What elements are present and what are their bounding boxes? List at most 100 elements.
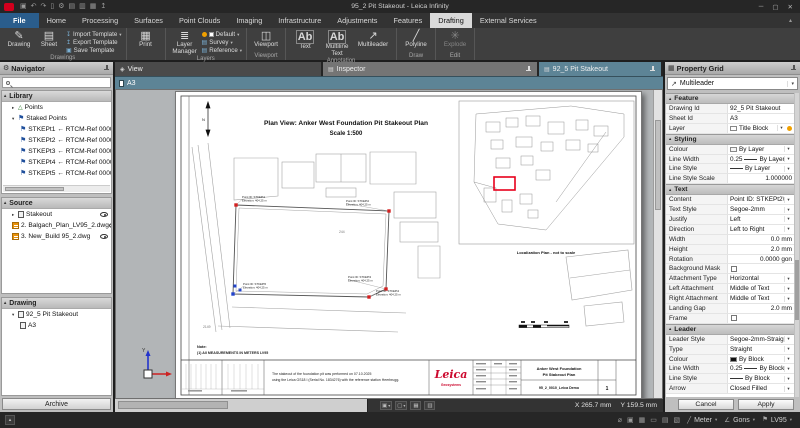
close-button[interactable]: ✕: [788, 3, 793, 11]
dropdown-arrow-icon[interactable]: ▾: [784, 296, 792, 302]
property-value[interactable]: 0.0 mm: [728, 236, 794, 243]
property-value[interactable]: 2.0 mm: [728, 246, 794, 253]
archive-button[interactable]: Archive: [2, 398, 111, 410]
ribbon-tab[interactable]: Surfaces: [126, 13, 171, 28]
property-value[interactable]: Horizontal ▾: [728, 275, 794, 282]
export-template-button[interactable]: ↥Export Template: [66, 39, 122, 46]
visibility-eye-icon[interactable]: [100, 234, 108, 239]
navigator-search[interactable]: [2, 77, 111, 88]
property-value[interactable]: Middle of Text ▾: [728, 295, 794, 302]
dropdown-arrow-icon[interactable]: ▾: [784, 166, 792, 172]
ribbon-tab[interactable]: Imaging: [228, 13, 270, 28]
expand-panel-icon[interactable]: ▴: [5, 415, 15, 425]
layers-icon[interactable]: ▤: [662, 416, 669, 424]
property-section-header[interactable]: ▴Styling: [666, 134, 794, 145]
cancel-button[interactable]: Cancel: [678, 399, 734, 410]
export-icon[interactable]: ↥: [100, 2, 106, 11]
property-value[interactable]: 0.25 By Block ▾: [728, 365, 794, 372]
pin-icon[interactable]: [649, 66, 656, 73]
survey-layer-dropdown[interactable]: ▤Survey▾: [202, 39, 243, 46]
dropdown-arrow-icon[interactable]: ▾: [784, 226, 792, 232]
canvas-hscrollbar[interactable]: [115, 399, 368, 412]
dropdown-arrow-icon[interactable]: ▾: [784, 207, 792, 213]
tree-item-points[interactable]: ▸△Points: [2, 102, 111, 113]
import-template-button[interactable]: ↧Import Template▾: [66, 31, 122, 38]
pin-icon[interactable]: [103, 65, 110, 72]
source-item[interactable]: ▸ Stakeout: [2, 209, 111, 220]
ribbon-tab[interactable]: File: [0, 13, 39, 28]
property-value[interactable]: Middle of Text ▾: [728, 285, 794, 292]
property-value[interactable]: Left to Right ▾: [728, 226, 794, 233]
maximize-button[interactable]: ▢: [772, 3, 778, 11]
pin-icon[interactable]: [790, 65, 797, 72]
dropdown-arrow-icon[interactable]: ▾: [784, 156, 792, 162]
dropdown-arrow-icon[interactable]: ▾: [784, 386, 792, 392]
save-template-button[interactable]: ▣Save Template: [66, 47, 122, 54]
property-value[interactable]: By Layer ▾: [728, 146, 794, 153]
property-value[interactable]: 2.0 mm: [728, 305, 794, 312]
dropdown-arrow-icon[interactable]: ▾: [784, 197, 792, 203]
checkbox[interactable]: [731, 266, 737, 272]
property-value[interactable]: Title Block ▾: [728, 125, 794, 132]
reference-layer-dropdown[interactable]: ▤Reference▾: [202, 47, 243, 54]
library-section-header[interactable]: ▴Library: [2, 91, 111, 102]
save-icon[interactable]: ▣: [20, 2, 27, 11]
distance-unit-dropdown[interactable]: ╱Meter▾: [687, 416, 717, 424]
tree-item-staked-point[interactable]: ⚑STKEPt3 ← RTCM-Ref 0000 (07/10/: [2, 146, 111, 157]
checkbox[interactable]: [731, 315, 737, 321]
apply-button[interactable]: Apply: [738, 399, 794, 410]
grid-toggle[interactable]: ▦: [410, 401, 421, 410]
ribbon-collapse-icon[interactable]: ▴: [781, 13, 800, 28]
tree-item-staked-point[interactable]: ⚑STKEPt2 ← RTCM-Ref 0000 (07/10/: [2, 135, 111, 146]
sheet-button[interactable]: ▤Sheet: [34, 29, 64, 49]
ribbon-tab[interactable]: Point Clouds: [171, 13, 228, 28]
property-value[interactable]: Point ID: STKEPt2\PEleva ▾: [728, 196, 794, 203]
canvas-vscrollbar[interactable]: [653, 90, 662, 398]
property-section-header[interactable]: ▴Feature: [666, 93, 794, 104]
viewport-button[interactable]: ◫Viewport: [251, 29, 281, 49]
property-value[interactable]: Straight ▾: [728, 346, 794, 353]
delete-icon[interactable]: ▯: [50, 2, 54, 11]
tree-item-drawing-root[interactable]: ▾92_5 Pit Stakeout: [2, 309, 111, 320]
settings-icon[interactable]: ⚙: [58, 2, 64, 11]
tab-document[interactable]: ▤92_5 Pit Stakeout: [539, 62, 663, 76]
ortho-icon[interactable]: ▭: [650, 416, 657, 424]
undo-icon[interactable]: ↶: [31, 2, 37, 11]
property-value[interactable]: By Block ▾: [728, 375, 794, 382]
drawing-section-header[interactable]: ▴Drawing: [2, 298, 111, 309]
property-section-header[interactable]: ▴Leader: [666, 324, 794, 335]
snap-toggle[interactable]: ▥: [424, 401, 435, 410]
default-layer-dropdown[interactable]: Default▾: [202, 31, 243, 38]
redo-icon[interactable]: ↷: [41, 2, 47, 11]
property-value[interactable]: A3: [728, 115, 794, 122]
tree-item-staked-point[interactable]: ⚑STKEPt1 ← RTCM-Ref 0000 (07/10/: [2, 124, 111, 135]
library-hscrollbar[interactable]: [3, 185, 110, 192]
source-item[interactable]: 2. Balgach_Plan_LV95_2.dwg: [2, 220, 111, 231]
tree-item-sheet-a3[interactable]: A3: [2, 320, 111, 331]
property-value[interactable]: Left ▾: [728, 216, 794, 223]
source-item[interactable]: 3. New_Build 95_2.dwg: [2, 231, 111, 242]
ribbon-tab[interactable]: Drafting: [430, 13, 472, 28]
visual-style-dropdown[interactable]: ▢▾: [395, 401, 407, 410]
property-value[interactable]: 0.25 By Layer ▾: [728, 156, 794, 163]
ribbon-tab[interactable]: Adjustments: [329, 13, 385, 28]
ribbon-tab[interactable]: Infrastructure: [270, 13, 329, 28]
tree-item-staked-points[interactable]: ▾⚑Staked Points: [2, 113, 111, 124]
property-section-header[interactable]: ▴Text: [666, 184, 794, 195]
dropdown-arrow-icon[interactable]: ▾: [777, 125, 785, 131]
report-icon[interactable]: ▥: [79, 2, 86, 11]
entity-type-dropdown[interactable]: ↗ Multileader ▾: [667, 77, 798, 90]
tab-inspector[interactable]: ▤Inspector: [323, 62, 539, 76]
property-value[interactable]: 0.0000 gon: [728, 256, 794, 263]
tree-item-staked-point[interactable]: ⚑STKEPt4 ← RTCM-Ref 0000 (07/10/: [2, 157, 111, 168]
pin-icon[interactable]: [525, 66, 532, 73]
layer-manager-button[interactable]: ≣Layer Manager: [170, 29, 200, 55]
dropdown-arrow-icon[interactable]: ▾: [784, 336, 792, 342]
dropdown-arrow-icon[interactable]: ▾: [784, 286, 792, 292]
multileader-button[interactable]: ↗Multileader: [354, 29, 392, 49]
text-button[interactable]: AbText: [290, 29, 320, 51]
dropdown-arrow-icon[interactable]: ▾: [784, 276, 792, 282]
source-section-header[interactable]: ▴Source: [2, 198, 111, 209]
archive-box-icon[interactable]: ▦: [90, 2, 97, 11]
visibility-eye-icon[interactable]: [109, 223, 111, 228]
